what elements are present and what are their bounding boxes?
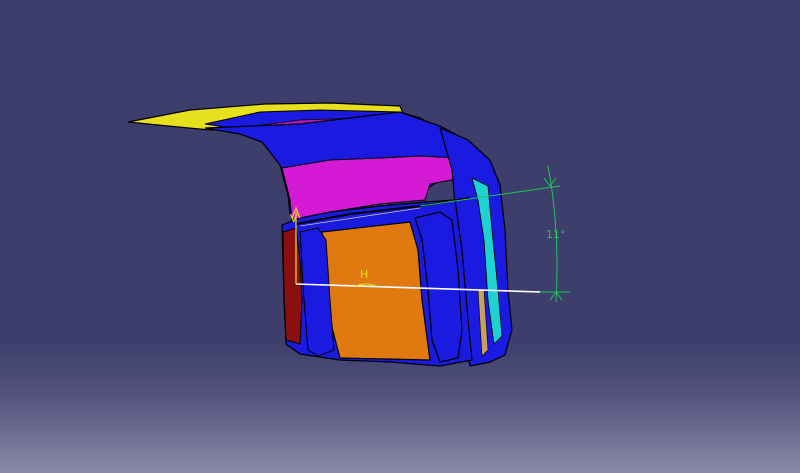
horizontal-marker-label: H xyxy=(360,268,368,281)
part-model[interactable] xyxy=(127,102,513,367)
cad-scene[interactable]: V H 11° xyxy=(0,0,800,473)
3d-viewport[interactable]: V H 11° xyxy=(0,0,800,473)
vertical-marker-label: V xyxy=(290,212,298,225)
orange-face[interactable] xyxy=(321,221,431,361)
angle-dimension-value[interactable]: 11° xyxy=(546,228,566,241)
